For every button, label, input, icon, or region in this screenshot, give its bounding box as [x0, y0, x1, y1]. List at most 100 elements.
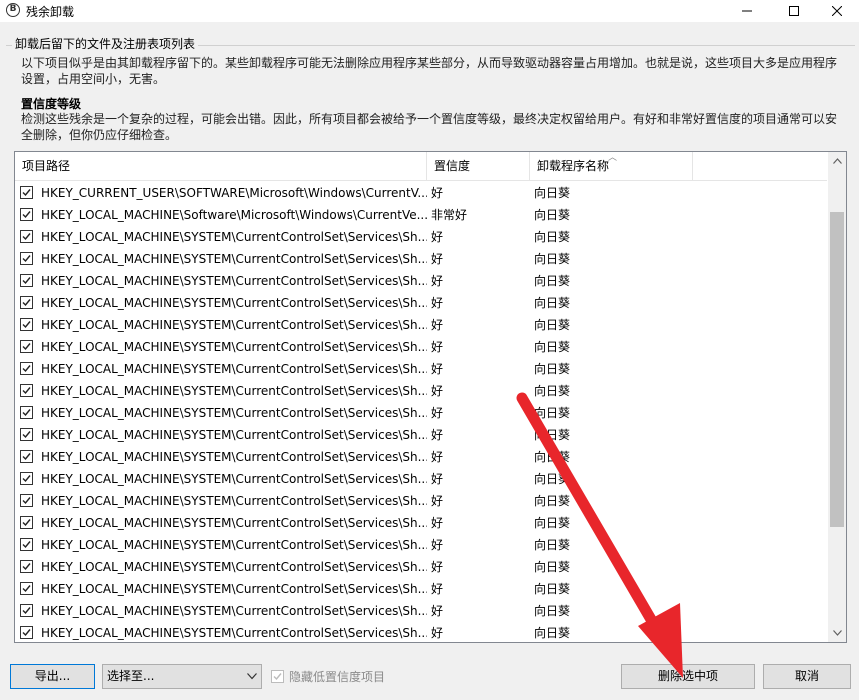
checkmark-icon: [22, 629, 31, 637]
row-confidence: 好: [431, 538, 444, 552]
row-confidence: 好: [431, 252, 444, 266]
hide-low-confidence-checkbox[interactable]: 隐藏低置信度项目: [271, 668, 385, 685]
column-header-path[interactable]: 项目路径: [15, 152, 427, 180]
row-uninstaller: 向日葵: [534, 362, 571, 376]
table-row[interactable]: HKEY_LOCAL_MACHINE\SYSTEM\CurrentControl…: [15, 578, 827, 600]
table-row[interactable]: HKEY_LOCAL_MACHINE\SYSTEM\CurrentControl…: [15, 248, 827, 270]
table-row[interactable]: HKEY_LOCAL_MACHINE\SYSTEM\CurrentControl…: [15, 314, 827, 336]
checkmark-icon: [22, 387, 31, 395]
table-row[interactable]: HKEY_LOCAL_MACHINE\Software\Microsoft\Wi…: [15, 204, 827, 226]
row-checkbox[interactable]: [20, 274, 33, 287]
scroll-up-button[interactable]: [828, 152, 846, 170]
table-row[interactable]: HKEY_LOCAL_MACHINE\SYSTEM\CurrentControl…: [15, 512, 827, 534]
row-path: HKEY_LOCAL_MACHINE\SYSTEM\CurrentControl…: [41, 296, 427, 310]
row-confidence: 好: [431, 516, 444, 530]
close-button[interactable]: [815, 0, 859, 22]
export-button[interactable]: 导出...: [10, 664, 95, 689]
row-confidence: 好: [431, 318, 444, 332]
checkmark-icon: [22, 189, 31, 197]
table-row[interactable]: HKEY_LOCAL_MACHINE\SYSTEM\CurrentControl…: [15, 534, 827, 556]
table-row[interactable]: HKEY_LOCAL_MACHINE\SYSTEM\CurrentControl…: [15, 292, 827, 314]
row-checkbox[interactable]: [20, 230, 33, 243]
row-checkbox[interactable]: [20, 450, 33, 463]
row-uninstaller: 向日葵: [534, 494, 571, 508]
row-path: HKEY_LOCAL_MACHINE\SYSTEM\CurrentControl…: [41, 318, 427, 332]
table-row[interactable]: HKEY_LOCAL_MACHINE\SYSTEM\CurrentControl…: [15, 468, 827, 490]
row-checkbox[interactable]: [20, 604, 33, 617]
table-row[interactable]: HKEY_LOCAL_MACHINE\SYSTEM\CurrentControl…: [15, 336, 827, 358]
list-rows: HKEY_CURRENT_USER\SOFTWARE\Microsoft\Win…: [15, 182, 827, 642]
minimize-button[interactable]: [725, 0, 769, 22]
confidence-heading: 置信度等级: [21, 97, 82, 111]
row-checkbox[interactable]: [20, 340, 33, 353]
table-row[interactable]: HKEY_LOCAL_MACHINE\SYSTEM\CurrentControl…: [15, 600, 827, 622]
row-path: HKEY_LOCAL_MACHINE\SYSTEM\CurrentControl…: [41, 582, 427, 596]
select-to-dropdown[interactable]: 选择至...: [102, 664, 262, 689]
row-checkbox[interactable]: [20, 406, 33, 419]
checkmark-icon: [22, 299, 31, 307]
row-uninstaller: 向日葵: [534, 318, 571, 332]
row-confidence: 好: [431, 274, 444, 288]
table-row[interactable]: HKEY_LOCAL_MACHINE\SYSTEM\CurrentControl…: [15, 446, 827, 468]
row-checkbox[interactable]: [20, 318, 33, 331]
table-row[interactable]: HKEY_LOCAL_MACHINE\SYSTEM\CurrentControl…: [15, 270, 827, 292]
leftover-items-list[interactable]: 项目路径 置信度 卸载程序名称 ︿ HKEY_CURRENT_USER\SOFT…: [14, 151, 847, 643]
table-row[interactable]: HKEY_LOCAL_MACHINE\SYSTEM\CurrentControl…: [15, 226, 827, 248]
table-row[interactable]: HKEY_LOCAL_MACHINE\SYSTEM\CurrentControl…: [15, 424, 827, 446]
row-checkbox[interactable]: [20, 472, 33, 485]
chevron-down-icon: [247, 673, 257, 680]
row-checkbox[interactable]: [20, 494, 33, 507]
delete-selected-button[interactable]: 删除选中项: [621, 664, 755, 689]
group-title: 卸载后留下的文件及注册表项列表: [12, 35, 199, 52]
row-path: HKEY_LOCAL_MACHINE\SYSTEM\CurrentControl…: [41, 362, 427, 376]
row-confidence: 好: [431, 362, 444, 376]
vertical-scrollbar[interactable]: [828, 152, 846, 642]
column-header-confidence[interactable]: 置信度: [427, 152, 530, 180]
checkmark-icon: [22, 409, 31, 417]
table-row[interactable]: HKEY_LOCAL_MACHINE\SYSTEM\CurrentControl…: [15, 490, 827, 512]
table-row[interactable]: HKEY_CURRENT_USER\SOFTWARE\Microsoft\Win…: [15, 182, 827, 204]
row-checkbox[interactable]: [20, 626, 33, 639]
checkmark-icon: [22, 585, 31, 593]
checkmark-icon: [22, 607, 31, 615]
table-row[interactable]: HKEY_LOCAL_MACHINE\SYSTEM\CurrentControl…: [15, 380, 827, 402]
scroll-down-button[interactable]: [828, 624, 846, 642]
row-checkbox[interactable]: [20, 582, 33, 595]
list-header: 项目路径 置信度 卸载程序名称 ︿: [15, 152, 827, 181]
row-path: HKEY_LOCAL_MACHINE\SYSTEM\CurrentControl…: [41, 472, 427, 486]
table-row[interactable]: HKEY_LOCAL_MACHINE\SYSTEM\CurrentControl…: [15, 556, 827, 578]
scroll-thumb[interactable]: [830, 212, 844, 527]
row-confidence: 好: [431, 604, 444, 618]
row-uninstaller: 向日葵: [534, 274, 571, 288]
row-checkbox[interactable]: [20, 252, 33, 265]
row-checkbox[interactable]: [20, 560, 33, 573]
row-path: HKEY_LOCAL_MACHINE\SYSTEM\CurrentControl…: [41, 560, 427, 574]
row-uninstaller: 向日葵: [534, 604, 571, 618]
table-row[interactable]: HKEY_LOCAL_MACHINE\SYSTEM\CurrentControl…: [15, 402, 827, 424]
row-uninstaller: 向日葵: [534, 252, 571, 266]
row-uninstaller: 向日葵: [534, 230, 571, 244]
row-checkbox[interactable]: [20, 186, 33, 199]
row-path: HKEY_LOCAL_MACHINE\Software\Microsoft\Wi…: [41, 208, 427, 222]
maximize-button[interactable]: [772, 0, 816, 22]
title-bar: B 残余卸载: [0, 0, 859, 22]
row-checkbox[interactable]: [20, 384, 33, 397]
sort-ascending-icon: ︿: [608, 153, 618, 163]
row-checkbox[interactable]: [20, 516, 33, 529]
cancel-button[interactable]: 取消: [763, 664, 851, 689]
row-confidence: 好: [431, 296, 444, 310]
row-checkbox[interactable]: [20, 428, 33, 441]
row-confidence: 好: [431, 450, 444, 464]
row-path: HKEY_LOCAL_MACHINE\SYSTEM\CurrentControl…: [41, 516, 427, 530]
row-checkbox[interactable]: [20, 208, 33, 221]
table-row[interactable]: HKEY_LOCAL_MACHINE\SYSTEM\CurrentControl…: [15, 622, 827, 642]
row-checkbox[interactable]: [20, 296, 33, 309]
row-uninstaller: 向日葵: [534, 186, 571, 200]
checkmark-icon: [22, 475, 31, 483]
minimize-icon: [742, 10, 752, 12]
checkmark-icon: [22, 541, 31, 549]
table-row[interactable]: HKEY_LOCAL_MACHINE\SYSTEM\CurrentControl…: [15, 358, 827, 380]
row-uninstaller: 向日葵: [534, 406, 571, 420]
row-checkbox[interactable]: [20, 362, 33, 375]
row-checkbox[interactable]: [20, 538, 33, 551]
